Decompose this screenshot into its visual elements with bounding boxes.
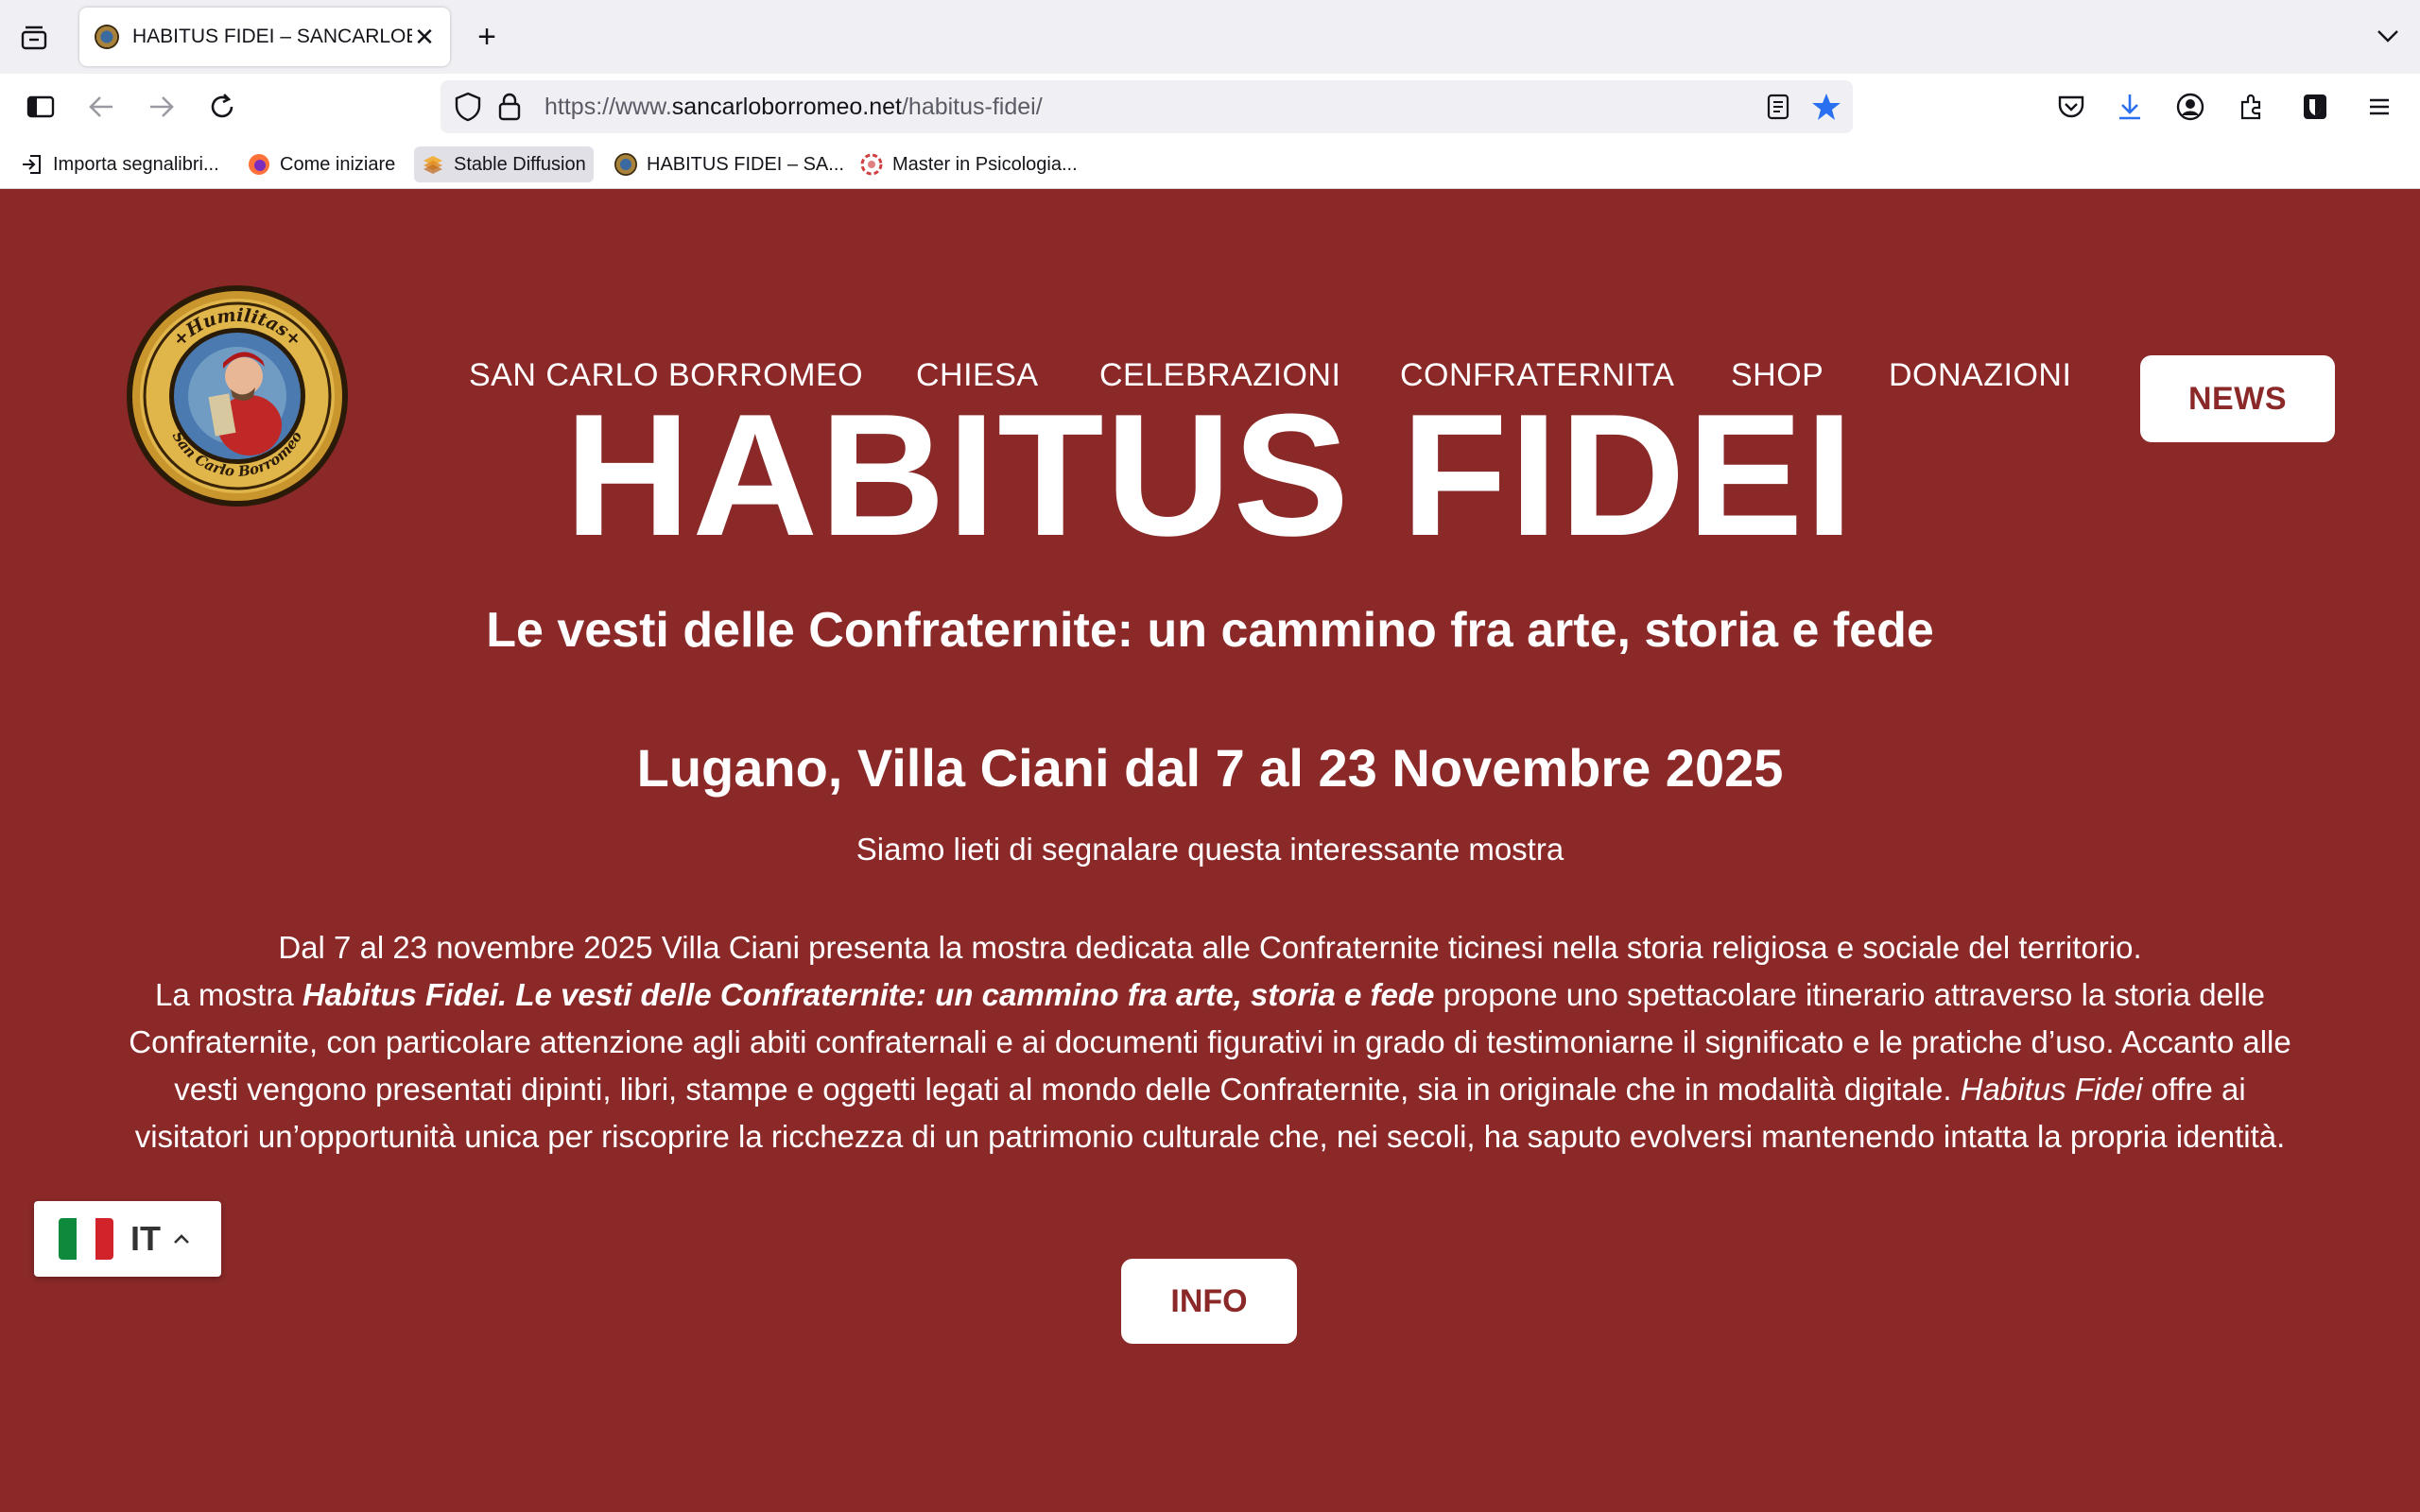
bitwarden-icon[interactable] xyxy=(2295,87,2335,127)
back-arrow-icon[interactable] xyxy=(81,87,121,127)
tracking-shield-icon[interactable] xyxy=(454,92,482,127)
site-favicon-icon xyxy=(614,153,637,176)
tab-list-icon[interactable] xyxy=(15,19,53,57)
address-bar[interactable]: https://www.sancarloborromeo.net/habitus… xyxy=(441,80,1853,133)
pocket-icon[interactable] xyxy=(2051,87,2091,127)
description-text: Dal 7 al 23 novembre 2025 Villa Ciani pr… xyxy=(123,924,2297,1160)
url-text[interactable]: https://www.sancarloborromeo.net/habitus… xyxy=(544,94,1043,121)
italy-flag-icon xyxy=(59,1218,113,1260)
bookmark-import[interactable]: Importa segnalibri... xyxy=(13,146,227,182)
exhibition-name: Habitus Fidei xyxy=(1960,1072,2143,1107)
close-tab-icon[interactable]: ✕ xyxy=(412,23,437,52)
import-icon xyxy=(21,153,43,176)
site-favicon-icon xyxy=(95,25,119,49)
bookmark-label: HABITUS FIDEI – SA... xyxy=(647,153,844,175)
sidebar-icon[interactable] xyxy=(21,87,60,127)
event-location-date: Lugano, Villa Ciani dal 7 al 23 Novembre… xyxy=(636,738,1784,798)
downloads-icon[interactable] xyxy=(2110,87,2150,127)
url-host: sancarloborromeo.net xyxy=(671,94,902,120)
page-subtitle: Le vesti delle Confraternite: un cammino… xyxy=(486,603,1934,658)
language-switcher[interactable]: IT xyxy=(34,1201,221,1277)
bookmark-label: Stable Diffusion xyxy=(454,153,586,175)
language-code: IT xyxy=(130,1219,161,1258)
bookmark-stable-diffusion[interactable]: Stable Diffusion xyxy=(414,146,594,182)
new-tab-button[interactable]: + xyxy=(467,17,507,57)
psicologia-icon xyxy=(860,153,883,176)
stable-diffusion-icon xyxy=(422,153,444,176)
menu-icon[interactable] xyxy=(2360,87,2399,127)
bookmark-star-icon[interactable] xyxy=(1811,92,1841,127)
description-line-1: Dal 7 al 23 novembre 2025 Villa Ciani pr… xyxy=(278,930,2142,965)
tab-bar: HABITUS FIDEI – SANCARLOBO ✕ + xyxy=(0,0,2420,74)
navigation-toolbar: https://www.sancarloborromeo.net/habitus… xyxy=(0,74,2420,140)
bookmark-habitus-fidei[interactable]: HABITUS FIDEI – SA... xyxy=(607,146,852,182)
account-icon[interactable] xyxy=(2170,87,2210,127)
bookmark-label: Master in Psicologia... xyxy=(892,153,1078,175)
active-tab[interactable]: HABITUS FIDEI – SANCARLOBO ✕ xyxy=(79,8,450,66)
forward-arrow-icon[interactable] xyxy=(142,87,182,127)
flag-stripe-white xyxy=(77,1218,95,1260)
intro-text: Siamo lieti di segnalare questa interess… xyxy=(856,832,1564,867)
flag-stripe-red xyxy=(95,1218,113,1260)
reload-icon[interactable] xyxy=(202,87,242,127)
url-prefix: https://www. xyxy=(544,94,672,120)
tab-title: HABITUS FIDEI – SANCARLOBO xyxy=(132,26,412,47)
chevron-up-icon xyxy=(172,1232,191,1246)
url-path: /habitus-fidei/ xyxy=(901,94,1043,120)
description-p2-start: La mostra xyxy=(154,977,302,1012)
page-title: HABITUS FIDEI xyxy=(564,377,1856,572)
bookmarks-toolbar: Importa segnalibri... Come iniziare Stab… xyxy=(0,140,2420,189)
chevron-down-icon[interactable] xyxy=(2369,17,2407,55)
exhibition-full-title: Habitus Fidei. Le vesti delle Confratern… xyxy=(302,977,1435,1012)
lock-icon[interactable] xyxy=(497,92,522,127)
info-button[interactable]: INFO xyxy=(1121,1259,1297,1344)
bookmark-master-psicologia[interactable]: Master in Psicologia... xyxy=(853,146,1085,182)
flag-stripe-green xyxy=(59,1218,78,1260)
bookmark-come-iniziare[interactable]: Come iniziare xyxy=(240,146,403,182)
reader-view-icon[interactable] xyxy=(1766,94,1790,125)
firefox-icon xyxy=(248,153,270,176)
bookmark-label: Come iniziare xyxy=(280,153,396,175)
bookmark-label: Importa segnalibri... xyxy=(53,153,219,175)
extensions-icon[interactable] xyxy=(2231,87,2271,127)
